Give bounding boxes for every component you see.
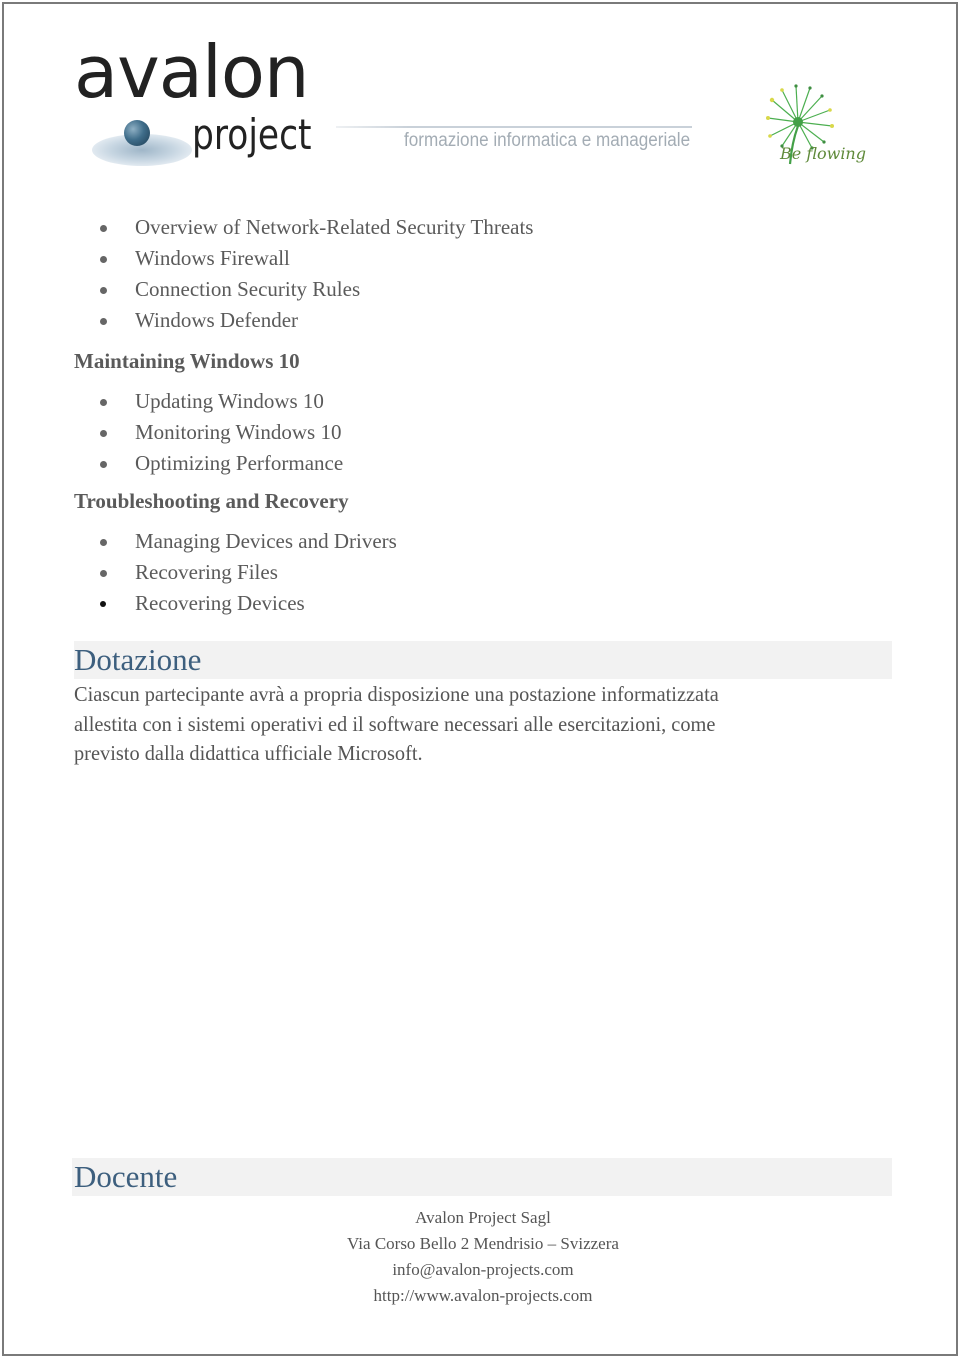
- contact-block: Avalon Project Sagl Via Corso Bello 2 Me…: [74, 1205, 892, 1309]
- docente-section: Docente: [72, 1158, 892, 1196]
- list-item: Monitoring Windows 10: [74, 417, 894, 448]
- logo-subtitle: project: [192, 110, 312, 159]
- logo-wordmark: avalon: [74, 30, 310, 114]
- tagline-divider: [336, 126, 692, 128]
- list-item: Managing Devices and Drivers: [74, 526, 894, 557]
- list-item: Optimizing Performance: [74, 448, 894, 479]
- list-item: Recovering Devices: [74, 588, 894, 619]
- maintaining-topics-list: Updating Windows 10 Monitoring Windows 1…: [74, 386, 894, 479]
- tagline: formazione informatica e manageriale: [404, 130, 691, 151]
- docente-heading-band: Docente: [72, 1158, 892, 1196]
- paragraph-line: allestita con i sistemi operativi ed il …: [74, 711, 716, 736]
- dotazione-heading: Dotazione: [74, 642, 202, 677]
- bullet-icon: [100, 225, 107, 232]
- bullet-icon: [100, 256, 107, 263]
- docente-heading: Docente: [74, 1159, 178, 1194]
- course-content: Overview of Network-Related Security Thr…: [74, 212, 894, 769]
- bullet-icon: [100, 430, 107, 437]
- dotazione-heading-band: Dotazione: [74, 641, 892, 679]
- logo-sphere-icon: [124, 120, 150, 146]
- list-item: Connection Security Rules: [74, 274, 894, 305]
- company-address: Via Corso Bello 2 Mendrisio – Svizzera: [347, 1234, 619, 1253]
- contact-email[interactable]: info@avalon-projects.com: [74, 1257, 892, 1283]
- troubleshooting-topics-list: Managing Devices and Drivers Recovering …: [74, 526, 894, 619]
- security-topics-list: Overview of Network-Related Security Thr…: [74, 212, 894, 336]
- company-name: Avalon Project Sagl: [415, 1208, 551, 1227]
- be-flowing-logo: Be flowing: [760, 82, 870, 172]
- bullet-icon: [100, 318, 107, 325]
- website-link[interactable]: http://www.avalon-projects.com: [74, 1283, 892, 1309]
- paragraph-line: previsto dalla didattica ufficiale Micro…: [74, 741, 423, 765]
- section-heading-maintaining: Maintaining Windows 10: [74, 349, 300, 373]
- list-item: Recovering Files: [74, 557, 894, 588]
- bullet-icon: [100, 539, 107, 546]
- paragraph-line: Ciascun partecipante avrà a propria disp…: [74, 682, 719, 706]
- list-item: Windows Firewall: [74, 243, 894, 274]
- dotazione-paragraph: Ciascun partecipante avrà a propria disp…: [74, 680, 894, 769]
- bullet-icon: [100, 570, 107, 577]
- bullet-icon: [100, 461, 107, 468]
- bullet-icon: [100, 287, 107, 294]
- avalon-project-logo: avalon project: [74, 36, 314, 168]
- bullet-icon: [100, 399, 107, 406]
- bullet-icon: [100, 601, 106, 607]
- list-item: Windows Defender: [74, 305, 894, 336]
- list-item: Updating Windows 10: [74, 386, 894, 417]
- list-item: Overview of Network-Related Security Thr…: [74, 212, 894, 243]
- be-flowing-text: Be flowing: [780, 144, 866, 163]
- section-heading-troubleshooting: Troubleshooting and Recovery: [74, 489, 349, 513]
